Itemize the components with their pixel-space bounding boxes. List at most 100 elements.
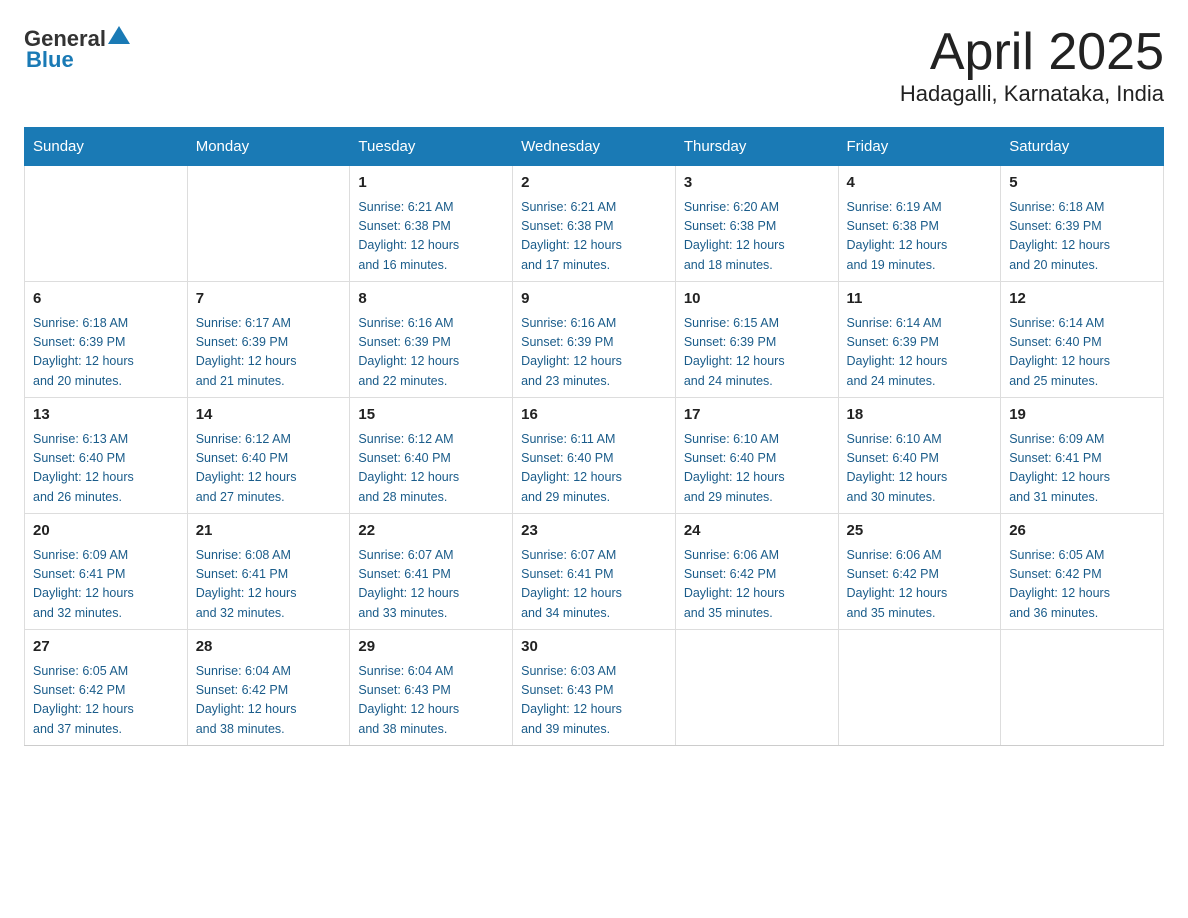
day-number: 19 [1009, 404, 1155, 427]
calendar-cell [187, 166, 350, 282]
calendar-week-row: 13 Sunrise: 6:13 AM Sunset: 6:40 PM Dayli… [25, 398, 1164, 514]
day-info: Sunrise: 6:07 AM Sunset: 6:41 PM Dayligh… [521, 546, 667, 624]
day-info: Sunrise: 6:03 AM Sunset: 6:43 PM Dayligh… [521, 662, 667, 740]
day-number: 14 [196, 404, 342, 427]
calendar-cell: 4Sunrise: 6:19 AM Sunset: 6:38 PM Daylig… [838, 166, 1001, 282]
calendar-week-row: 27 Sunrise: 6:05 AM Sunset: 6:42 PM Dayli… [25, 630, 1164, 746]
day-info: Sunrise: 6:06 AM Sunset: 6:42 PM Dayligh… [847, 546, 993, 624]
logo-blue: Blue [26, 47, 74, 73]
calendar-cell: 3 Sunrise: 6:20 AM Sunset: 6:38 PM Daylig… [675, 166, 838, 282]
day-number: 21 [196, 520, 342, 543]
calendar-cell [1001, 630, 1164, 746]
calendar-cell: 13 Sunrise: 6:13 AM Sunset: 6:40 PM Dayli… [25, 398, 188, 514]
day-info: Sunrise: 6:04 AM Sunset: 6:43 PM Dayligh… [358, 662, 504, 740]
day-info: Sunrise: 6:18 AM Sunset: 6:39 PM Dayligh… [1009, 198, 1155, 276]
day-number: 26 [1009, 520, 1155, 543]
day-info: Sunrise: 6:15 AM Sunset: 6:39 PM Dayligh… [684, 314, 830, 392]
day-number: 5 [1009, 172, 1155, 195]
calendar-cell: 25 Sunrise: 6:06 AM Sunset: 6:42 PM Dayli… [838, 514, 1001, 630]
weekday-header-tuesday: Tuesday [350, 128, 513, 166]
weekday-header-wednesday: Wednesday [513, 128, 676, 166]
calendar-cell: 14Sunrise: 6:12 AM Sunset: 6:40 PM Dayli… [187, 398, 350, 514]
page-header: General Blue April 2025 Hadagalli, Karna… [24, 24, 1164, 107]
day-info: Sunrise: 6:06 AM Sunset: 6:42 PM Dayligh… [684, 546, 830, 624]
day-number: 20 [33, 520, 179, 543]
calendar-cell: 20Sunrise: 6:09 AM Sunset: 6:41 PM Dayli… [25, 514, 188, 630]
logo: General Blue [24, 24, 130, 73]
calendar-cell: 27 Sunrise: 6:05 AM Sunset: 6:42 PM Dayli… [25, 630, 188, 746]
calendar-cell: 1Sunrise: 6:21 AM Sunset: 6:38 PM Daylig… [350, 166, 513, 282]
calendar-cell: 24 Sunrise: 6:06 AM Sunset: 6:42 PM Dayli… [675, 514, 838, 630]
calendar-cell: 29Sunrise: 6:04 AM Sunset: 6:43 PM Dayli… [350, 630, 513, 746]
day-info: Sunrise: 6:09 AM Sunset: 6:41 PM Dayligh… [1009, 430, 1155, 508]
logo-triangle-icon [108, 26, 130, 48]
day-number: 11 [847, 288, 993, 311]
calendar-table: SundayMondayTuesdayWednesdayThursdayFrid… [24, 127, 1164, 746]
calendar-cell [25, 166, 188, 282]
calendar-cell: 22Sunrise: 6:07 AM Sunset: 6:41 PM Dayli… [350, 514, 513, 630]
day-info: Sunrise: 6:10 AM Sunset: 6:40 PM Dayligh… [847, 430, 993, 508]
title-section: April 2025 Hadagalli, Karnataka, India [900, 24, 1164, 107]
calendar-cell: 12 Sunrise: 6:14 AM Sunset: 6:40 PM Dayli… [1001, 282, 1164, 398]
day-number: 16 [521, 404, 667, 427]
day-info: Sunrise: 6:05 AM Sunset: 6:42 PM Dayligh… [33, 662, 179, 740]
day-number: 12 [1009, 288, 1155, 311]
day-number: 10 [684, 288, 830, 311]
day-info: Sunrise: 6:13 AM Sunset: 6:40 PM Dayligh… [33, 430, 179, 508]
day-info: Sunrise: 6:16 AM Sunset: 6:39 PM Dayligh… [521, 314, 667, 392]
day-number: 18 [847, 404, 993, 427]
calendar-cell [675, 630, 838, 746]
calendar-cell: 16 Sunrise: 6:11 AM Sunset: 6:40 PM Dayli… [513, 398, 676, 514]
day-info: Sunrise: 6:21 AM Sunset: 6:38 PM Dayligh… [358, 198, 504, 276]
day-number: 17 [684, 404, 830, 427]
weekday-header-saturday: Saturday [1001, 128, 1164, 166]
day-info: Sunrise: 6:20 AM Sunset: 6:38 PM Dayligh… [684, 198, 830, 276]
day-number: 15 [358, 404, 504, 427]
calendar-cell: 17 Sunrise: 6:10 AM Sunset: 6:40 PM Dayli… [675, 398, 838, 514]
day-info: Sunrise: 6:14 AM Sunset: 6:39 PM Dayligh… [847, 314, 993, 392]
calendar-cell: 30 Sunrise: 6:03 AM Sunset: 6:43 PM Dayli… [513, 630, 676, 746]
weekday-header-sunday: Sunday [25, 128, 188, 166]
calendar-week-row: 1Sunrise: 6:21 AM Sunset: 6:38 PM Daylig… [25, 166, 1164, 282]
day-info: Sunrise: 6:12 AM Sunset: 6:40 PM Dayligh… [358, 430, 504, 508]
day-number: 22 [358, 520, 504, 543]
day-number: 2 [521, 172, 667, 195]
day-info: Sunrise: 6:11 AM Sunset: 6:40 PM Dayligh… [521, 430, 667, 508]
day-number: 28 [196, 636, 342, 659]
weekday-header-row: SundayMondayTuesdayWednesdayThursdayFrid… [25, 128, 1164, 166]
day-number: 8 [358, 288, 504, 311]
weekday-header-friday: Friday [838, 128, 1001, 166]
day-number: 6 [33, 288, 179, 311]
calendar-cell: 18 Sunrise: 6:10 AM Sunset: 6:40 PM Dayli… [838, 398, 1001, 514]
location-title: Hadagalli, Karnataka, India [900, 81, 1164, 107]
calendar-cell: 26 Sunrise: 6:05 AM Sunset: 6:42 PM Dayli… [1001, 514, 1164, 630]
day-info: Sunrise: 6:04 AM Sunset: 6:42 PM Dayligh… [196, 662, 342, 740]
calendar-cell: 8Sunrise: 6:16 AM Sunset: 6:39 PM Daylig… [350, 282, 513, 398]
day-info: Sunrise: 6:21 AM Sunset: 6:38 PM Dayligh… [521, 198, 667, 276]
day-info: Sunrise: 6:18 AM Sunset: 6:39 PM Dayligh… [33, 314, 179, 392]
day-number: 23 [521, 520, 667, 543]
day-number: 27 [33, 636, 179, 659]
day-number: 25 [847, 520, 993, 543]
calendar-cell: 10 Sunrise: 6:15 AM Sunset: 6:39 PM Dayli… [675, 282, 838, 398]
calendar-cell: 7Sunrise: 6:17 AM Sunset: 6:39 PM Daylig… [187, 282, 350, 398]
calendar-cell: 28 Sunrise: 6:04 AM Sunset: 6:42 PM Dayli… [187, 630, 350, 746]
calendar-cell: 5 Sunrise: 6:18 AM Sunset: 6:39 PM Daylig… [1001, 166, 1164, 282]
day-number: 30 [521, 636, 667, 659]
day-info: Sunrise: 6:19 AM Sunset: 6:38 PM Dayligh… [847, 198, 993, 276]
calendar-cell: 19 Sunrise: 6:09 AM Sunset: 6:41 PM Dayli… [1001, 398, 1164, 514]
day-info: Sunrise: 6:14 AM Sunset: 6:40 PM Dayligh… [1009, 314, 1155, 392]
day-info: Sunrise: 6:05 AM Sunset: 6:42 PM Dayligh… [1009, 546, 1155, 624]
day-number: 9 [521, 288, 667, 311]
day-number: 3 [684, 172, 830, 195]
calendar-cell [838, 630, 1001, 746]
day-info: Sunrise: 6:10 AM Sunset: 6:40 PM Dayligh… [684, 430, 830, 508]
day-number: 13 [33, 404, 179, 427]
calendar-cell: 11 Sunrise: 6:14 AM Sunset: 6:39 PM Dayli… [838, 282, 1001, 398]
day-number: 7 [196, 288, 342, 311]
weekday-header-monday: Monday [187, 128, 350, 166]
calendar-cell: 23 Sunrise: 6:07 AM Sunset: 6:41 PM Dayli… [513, 514, 676, 630]
weekday-header-thursday: Thursday [675, 128, 838, 166]
month-title: April 2025 [900, 24, 1164, 81]
day-number: 24 [684, 520, 830, 543]
